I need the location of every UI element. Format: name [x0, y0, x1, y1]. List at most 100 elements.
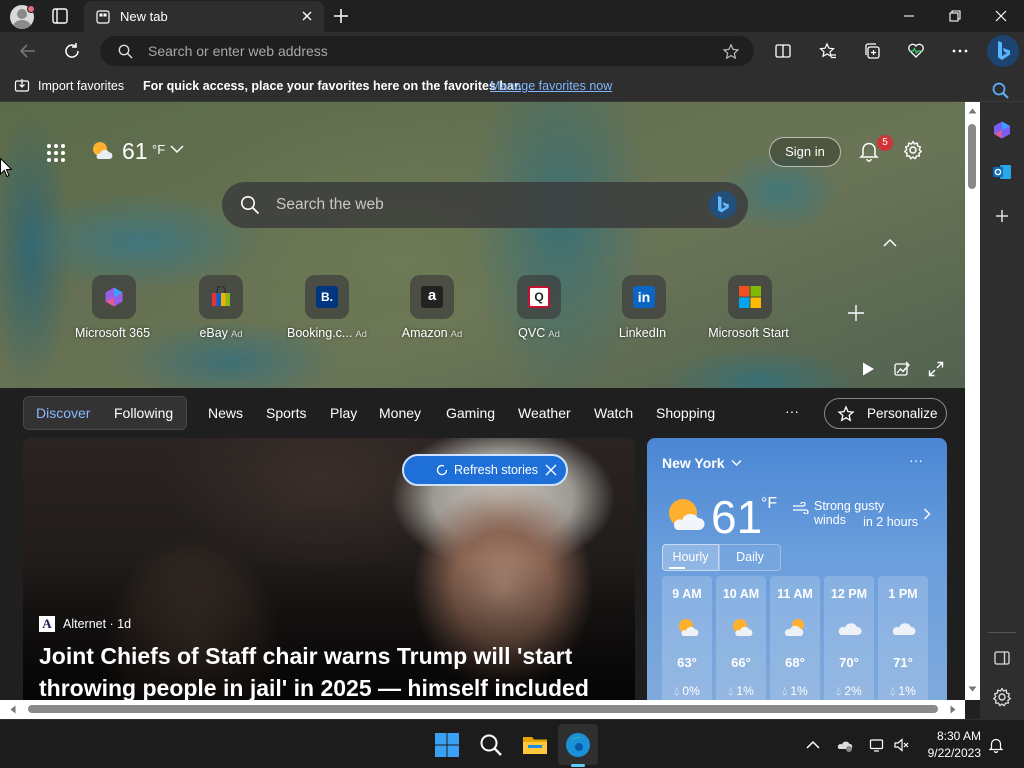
close-window-icon[interactable]	[993, 8, 1009, 24]
weather-card[interactable]: New York ··· 61 °F Strong gusty winds in…	[647, 438, 947, 700]
sidebar-divider	[988, 632, 1016, 633]
favorites-icon[interactable]	[819, 42, 837, 60]
tab-following[interactable]: Following	[114, 405, 173, 421]
tab-gaming[interactable]: Gaming	[446, 405, 495, 421]
back-arrow-icon[interactable]	[18, 42, 38, 60]
horizontal-scroll-thumb[interactable]	[28, 705, 938, 713]
play-icon[interactable]	[861, 361, 875, 377]
quick-link-amazon[interactable]: a Amazon Ad	[382, 274, 482, 344]
sign-in-button[interactable]: Sign in	[769, 137, 841, 167]
new-tab-plus-icon[interactable]	[332, 7, 350, 25]
taskbar-time[interactable]: 8:30 AM	[935, 729, 981, 743]
add-favorite-star-icon[interactable]	[722, 43, 740, 61]
scroll-left-arrow-icon[interactable]	[10, 705, 16, 714]
restore-icon[interactable]	[947, 8, 963, 24]
bing-chat-button[interactable]	[987, 35, 1019, 67]
hide-sidebar-icon[interactable]	[992, 648, 1012, 668]
chevron-right-icon[interactable]	[923, 508, 931, 520]
add-sidebar-app-plus-icon[interactable]	[992, 206, 1012, 226]
chevron-down-icon[interactable]	[731, 459, 742, 467]
hourly-forecast-column[interactable]: 9 AM 63° 💧︎ 0%	[662, 576, 712, 700]
weather-more-button[interactable]: ···	[909, 452, 923, 468]
split-screen-icon[interactable]	[774, 42, 792, 60]
web-search-box[interactable]: Search the web	[222, 182, 748, 228]
scroll-right-arrow-icon[interactable]	[950, 705, 956, 714]
refresh-stories-button[interactable]: Refresh stories	[402, 454, 568, 486]
story-headline[interactable]: Joint Chiefs of Staff chair warns Trump …	[39, 640, 629, 700]
refresh-icon[interactable]	[62, 41, 82, 61]
scroll-down-arrow-icon[interactable]	[968, 686, 977, 692]
browser-essentials-icon[interactable]	[907, 42, 925, 60]
close-icon[interactable]	[545, 464, 557, 476]
quick-link-microsoft-365[interactable]: Microsoft 365	[64, 274, 164, 344]
hourly-forecast-column[interactable]: 1 PM 71° 💧︎ 1%	[878, 576, 928, 700]
favorites-bar: Import favorites For quick access, place…	[0, 70, 1024, 102]
add-quick-link-plus-icon[interactable]	[847, 304, 865, 322]
vertical-scrollbar[interactable]	[965, 102, 980, 700]
file-explorer-icon[interactable]	[522, 732, 548, 758]
tab-new-tab[interactable]: New tab	[84, 1, 324, 32]
outlook-icon[interactable]	[992, 162, 1012, 182]
more-tabs-button[interactable]: ···	[785, 403, 799, 419]
hourly-forecast-column[interactable]: 12 PM 70° 💧︎ 2%	[824, 576, 874, 700]
tab-daily[interactable]: Daily	[719, 544, 781, 571]
hourly-forecast-column[interactable]: 11 AM 68° 💧︎ 1%	[770, 576, 820, 700]
windows-taskbar: 8:30 AM 9/22/2023	[0, 719, 1024, 768]
app-launcher-icon[interactable]	[46, 143, 66, 163]
taskbar-search-icon[interactable]	[478, 732, 504, 758]
chevron-down-icon[interactable]	[170, 144, 184, 154]
expand-icon[interactable]	[928, 361, 944, 377]
partly-sunny-icon[interactable]	[90, 140, 114, 162]
sidebar-settings-gear-icon[interactable]	[992, 687, 1012, 707]
background-image-icon[interactable]	[894, 361, 910, 377]
copilot-icon[interactable]	[992, 120, 1012, 140]
close-tab-icon[interactable]	[300, 9, 314, 23]
page-settings-gear-icon[interactable]	[903, 140, 923, 160]
tab-discover[interactable]: Discover	[36, 405, 90, 421]
tab-sports[interactable]: Sports	[266, 405, 306, 421]
import-favorites-icon[interactable]	[14, 78, 30, 94]
windows-start-icon[interactable]	[434, 732, 460, 758]
hourly-forecast-column[interactable]: 10 AM 66° 💧︎ 1%	[716, 576, 766, 700]
vertical-scroll-thumb[interactable]	[968, 124, 976, 189]
import-favorites-button[interactable]: Import favorites	[38, 79, 124, 93]
collections-icon[interactable]	[863, 42, 881, 60]
forecast-time: 11 AM	[777, 587, 813, 601]
personalize-button[interactable]: Personalize	[824, 398, 947, 429]
tab-watch[interactable]: Watch	[594, 405, 633, 421]
quick-link-linkedin[interactable]: in LinkedIn	[594, 274, 694, 344]
weather-temperature[interactable]: 61	[122, 138, 148, 165]
scroll-up-arrow-icon[interactable]	[968, 108, 977, 114]
raindrop-icon: 💧︎	[782, 684, 788, 698]
network-icon[interactable]	[869, 737, 885, 753]
quick-link-microsoft-start[interactable]: Microsoft Start	[700, 274, 800, 344]
quick-link-qvc[interactable]: Q QVC Ad	[489, 274, 589, 344]
tab-weather[interactable]: Weather	[518, 405, 571, 421]
chevron-up-icon[interactable]	[805, 737, 821, 753]
settings-more-icon[interactable]	[951, 42, 969, 60]
address-bar[interactable]: Search or enter web address	[100, 36, 754, 66]
manage-favorites-link[interactable]: Manage favorites now	[490, 79, 612, 93]
minimize-icon[interactable]	[901, 8, 917, 24]
tab-shopping[interactable]: Shopping	[656, 405, 715, 421]
horizontal-scrollbar[interactable]	[0, 700, 965, 719]
bing-chat-icon[interactable]	[708, 190, 738, 220]
chevron-up-icon[interactable]	[883, 238, 897, 248]
quick-link-booking[interactable]: B. Booking.c... Ad	[277, 274, 377, 344]
tab-news[interactable]: News	[208, 405, 243, 421]
edge-browser-icon[interactable]	[565, 732, 591, 758]
onedrive-icon[interactable]	[837, 737, 853, 753]
sidebar-search-icon[interactable]	[991, 81, 1011, 101]
web-search-placeholder: Search the web	[276, 196, 384, 213]
tab-actions-icon[interactable]	[50, 6, 70, 26]
tab-play[interactable]: Play	[330, 405, 357, 421]
new-tab-icon	[96, 10, 110, 24]
notification-center-bell-icon[interactable]	[988, 737, 1004, 753]
cloudy-icon	[838, 617, 862, 639]
quick-link-ebay[interactable]: eBay Ad	[171, 274, 271, 344]
tab-money[interactable]: Money	[379, 405, 421, 421]
volume-muted-icon[interactable]	[893, 737, 909, 753]
weather-card-unit: °F	[761, 495, 778, 512]
taskbar-date[interactable]: 9/22/2023	[920, 746, 981, 760]
weather-city[interactable]: New York	[662, 455, 725, 471]
